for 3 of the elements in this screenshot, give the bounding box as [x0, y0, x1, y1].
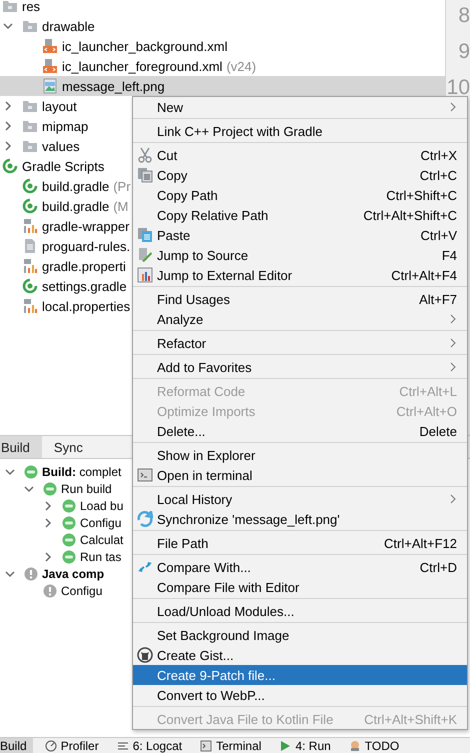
line-number: 9: [458, 39, 470, 65]
line-number: 10: [446, 75, 470, 101]
line-number: 8: [458, 3, 470, 29]
